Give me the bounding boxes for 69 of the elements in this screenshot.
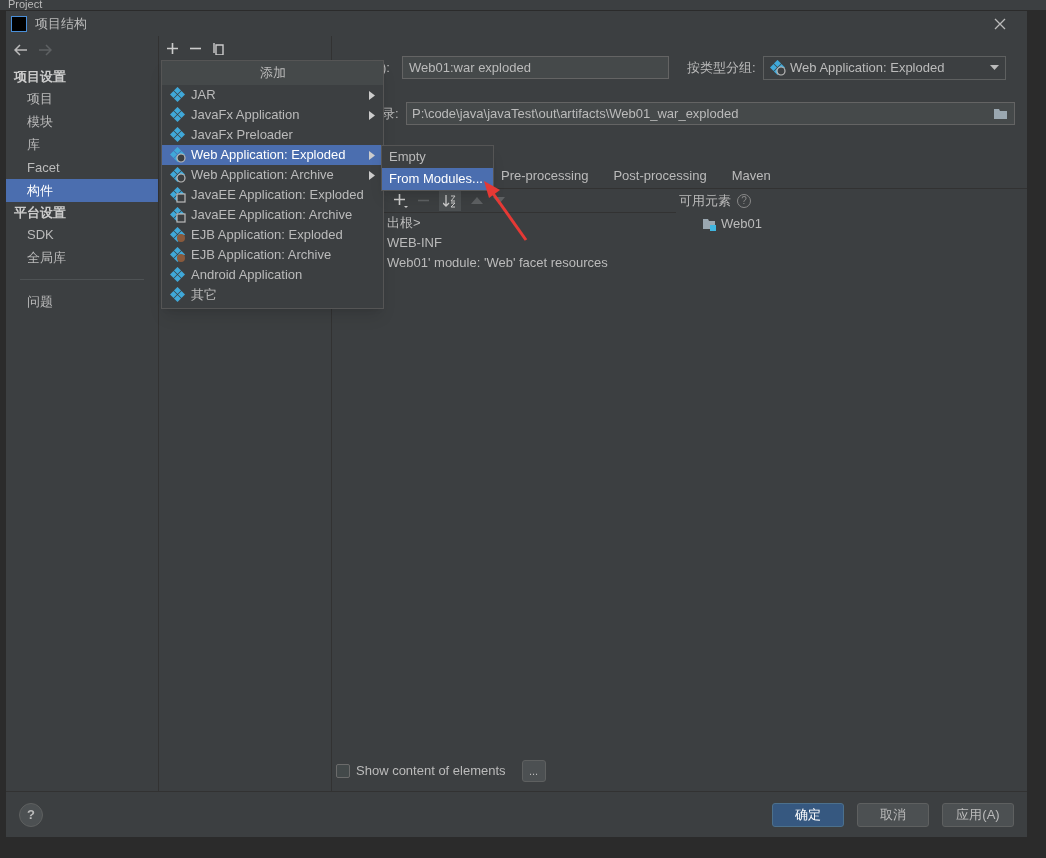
menu-item[interactable]: Web Application: Exploded	[162, 145, 383, 165]
artifact-icon	[170, 87, 186, 103]
menu-item[interactable]: JavaEE Application: Archive	[162, 205, 383, 225]
sidebar-item[interactable]: SDK	[6, 223, 158, 246]
tab[interactable]: Pre-processing	[501, 163, 589, 188]
menu-item[interactable]: From Modules...	[382, 168, 493, 190]
add-icon[interactable]	[394, 193, 408, 208]
artifact-icon	[170, 187, 186, 203]
menu-item[interactable]: EJB Application: Exploded	[162, 225, 383, 245]
section-heading: 项目设置	[12, 68, 67, 86]
sidebar-item[interactable]: Facet	[6, 156, 158, 179]
close-icon[interactable]	[994, 17, 1006, 30]
tab[interactable]: Maven	[731, 163, 771, 188]
artifact-icon	[170, 227, 186, 243]
checkbox-label: Show content of elements	[356, 762, 506, 781]
move-down-icon	[493, 197, 505, 204]
sort-icon[interactable]	[439, 190, 461, 211]
type-dropdown[interactable]: Web Application: Exploded	[763, 55, 1006, 80]
sidebar-item[interactable]: 库	[6, 133, 158, 156]
panel-title: Project	[8, 0, 43, 10]
module-folder-icon	[703, 217, 717, 231]
window-title: 项目结构	[35, 14, 87, 33]
dialog-button[interactable]: 应用(A)	[942, 802, 1014, 827]
sidebar-item[interactable]: 项目	[6, 87, 158, 110]
dialog-button[interactable]: 确定	[772, 802, 844, 827]
add-icon[interactable]	[167, 43, 178, 54]
more-button[interactable]: ...	[521, 760, 546, 782]
menu-item[interactable]: JavaFx Application	[162, 105, 383, 125]
menu-title: 添加	[162, 61, 383, 85]
artifact-icon	[170, 127, 186, 143]
dialog-button[interactable]: 取消	[857, 802, 929, 827]
output-directory-field[interactable]: P:\code\java\javaTest\out\artifacts\Web01_war_exploded	[406, 102, 1015, 125]
menu-item[interactable]: JavaEE Application: Exploded	[162, 185, 383, 205]
menu-item[interactable]: EJB Application: Archive	[162, 245, 383, 265]
app-logo-icon	[11, 15, 27, 32]
artifact-icon	[170, 167, 186, 183]
artifact-icon	[170, 147, 186, 163]
checkbox[interactable]	[336, 764, 350, 778]
folder-icon[interactable]	[994, 107, 1009, 120]
help-icon[interactable]: ?	[19, 802, 43, 827]
section-heading: 平台设置	[13, 204, 67, 222]
name-field[interactable]: Web01:war exploded	[402, 56, 669, 79]
tab[interactable]: Post-processing	[613, 163, 707, 188]
sidebar-item[interactable]: 模块	[6, 110, 158, 133]
menu-item[interactable]: JAR	[162, 85, 383, 105]
copy-icon[interactable]	[213, 42, 224, 55]
panel-label: 可用元素	[679, 192, 731, 211]
tree-item[interactable]: 出根>	[387, 213, 676, 233]
sidebar-item[interactable]: 问题	[6, 290, 158, 313]
artifact-icon	[170, 247, 186, 263]
back-arrow-icon[interactable]	[14, 44, 28, 56]
caret-icon	[990, 65, 999, 70]
artifact-icon	[170, 107, 186, 123]
tree-item[interactable]: WEB-INF	[387, 233, 676, 253]
field-label: 按类型分组:	[687, 58, 757, 77]
artifact-icon	[170, 267, 186, 283]
menu-item[interactable]: JavaFx Preloader	[162, 125, 383, 145]
tree-item[interactable]: Web01' module: 'Web' facet resources	[387, 253, 676, 273]
artifact-icon	[170, 287, 186, 303]
menu-item[interactable]: Android Application	[162, 265, 383, 285]
sidebar-item[interactable]: 全局库	[6, 246, 158, 269]
sidebar-item[interactable]: 构件	[6, 179, 158, 202]
artifact-icon	[170, 207, 186, 223]
menu-item[interactable]: Empty	[382, 146, 493, 168]
menu-item[interactable]: 其它	[162, 285, 383, 305]
menu-item[interactable]: Web Application: Archive	[162, 165, 383, 185]
tree-item[interactable]: Web01	[721, 214, 762, 234]
artifact-icon	[770, 59, 786, 76]
move-up-icon	[471, 197, 483, 204]
